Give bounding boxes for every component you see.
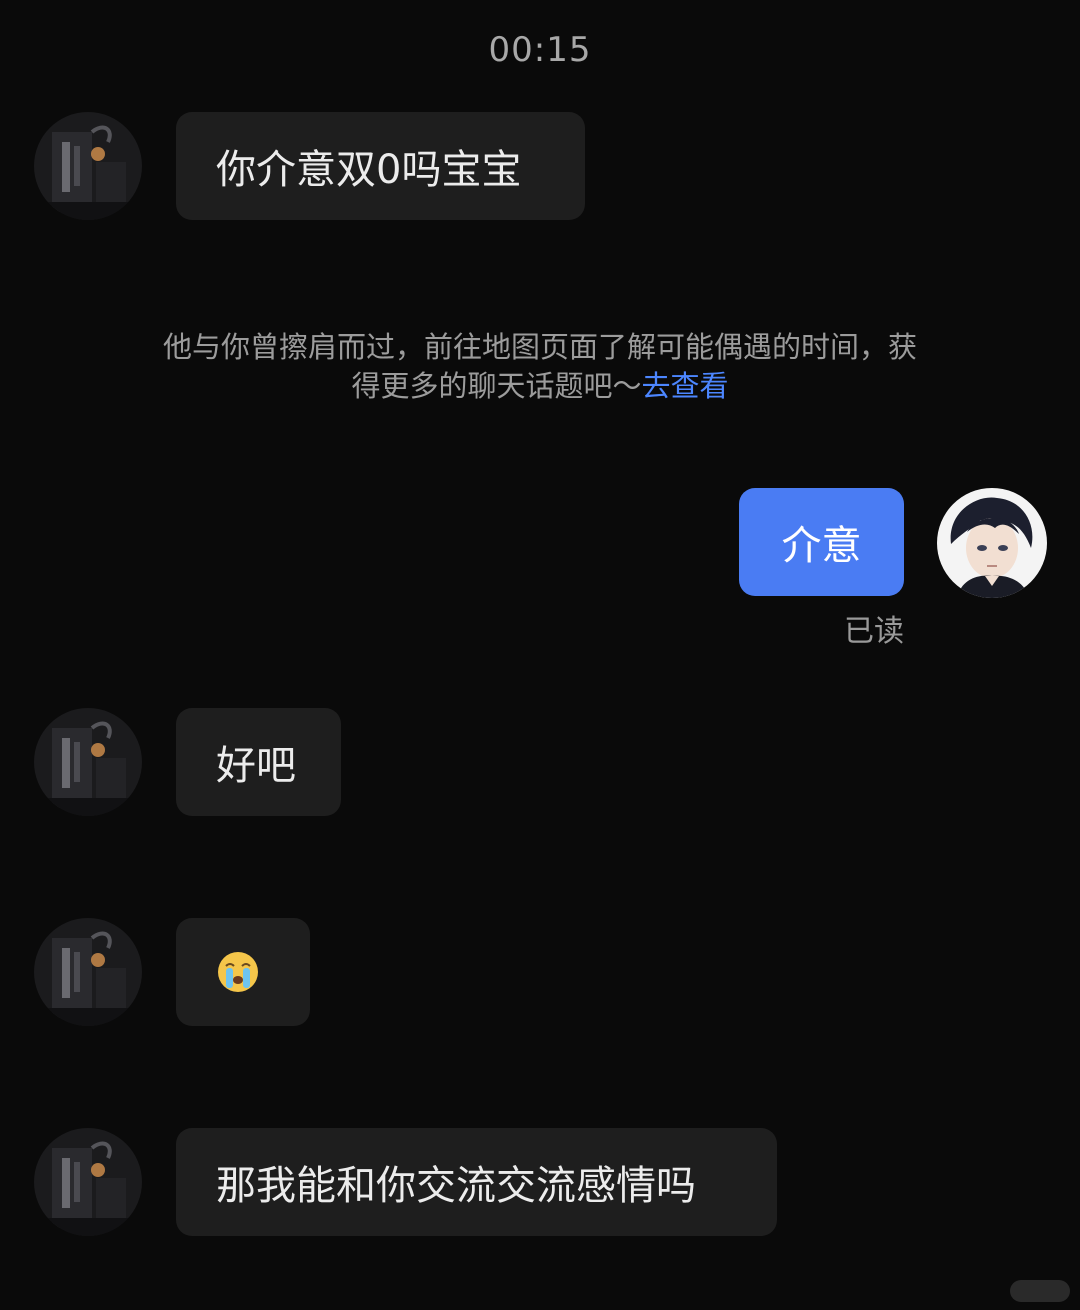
- incoming-message-bubble[interactable]: 好吧: [176, 708, 341, 816]
- contact-avatar[interactable]: [34, 918, 142, 1026]
- read-status: 已读: [844, 614, 904, 649]
- chat-timestamp: 00:15: [488, 30, 592, 70]
- contact-avatar[interactable]: [34, 1128, 142, 1236]
- watermark-badge: [1010, 1280, 1070, 1302]
- outgoing-message-bubble[interactable]: 介意: [739, 488, 904, 596]
- encounter-system-note: 他与你曾擦肩而过，前往地图页面了解可能偶遇的时间，获得更多的聊天话题吧～去查看: [150, 328, 930, 406]
- contact-avatar[interactable]: [34, 708, 142, 816]
- view-map-link[interactable]: 去查看: [642, 369, 729, 403]
- incoming-emoji-bubble[interactable]: [176, 918, 310, 1026]
- crying-face-icon: [218, 952, 258, 992]
- message-text: 那我能和你交流交流感情吗: [216, 1163, 696, 1209]
- system-note-text: 他与你曾擦肩而过，前往地图页面了解可能偶遇的时间，获得更多的聊天话题吧～: [162, 330, 917, 403]
- message-text: 好吧: [216, 743, 296, 789]
- contact-avatar[interactable]: [34, 112, 142, 220]
- message-text: 你介意双0吗宝宝: [216, 147, 522, 193]
- incoming-message-bubble[interactable]: 那我能和你交流交流感情吗: [176, 1128, 777, 1236]
- my-avatar[interactable]: [937, 488, 1047, 598]
- message-text: 介意: [781, 523, 862, 569]
- incoming-message-bubble[interactable]: 你介意双0吗宝宝: [176, 112, 585, 220]
